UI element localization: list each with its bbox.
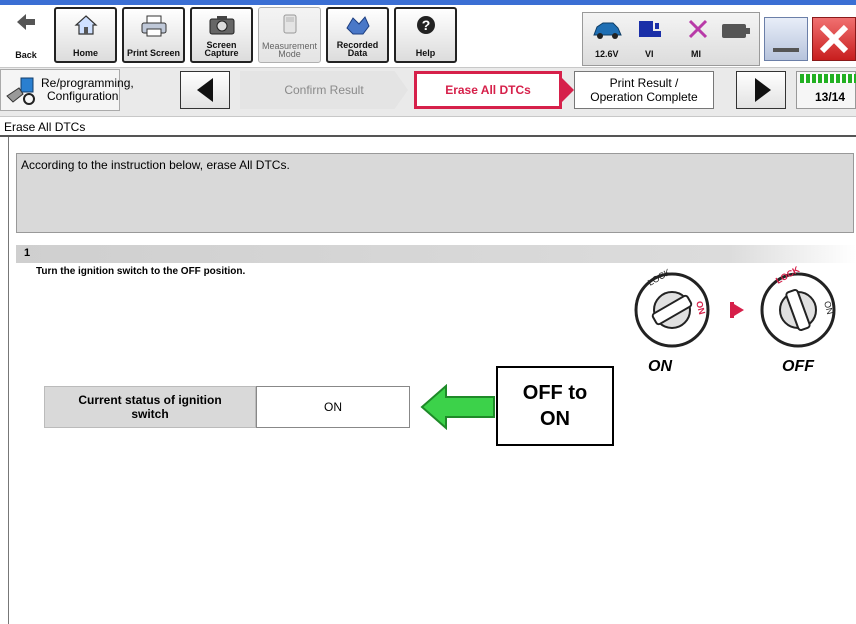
vi-label: VI — [645, 49, 654, 59]
meter-icon — [283, 14, 296, 34]
step-confirm-result[interactable]: Confirm Result — [240, 71, 408, 109]
minimize-icon — [773, 48, 799, 52]
instruction-box: According to the instruction below, eras… — [16, 153, 854, 233]
car-icon — [593, 22, 622, 39]
home-icon — [73, 15, 98, 35]
annotation-callout-line1: OFF to — [522, 382, 588, 404]
minimize-button[interactable] — [764, 17, 808, 61]
transition-arrow-icon — [734, 304, 744, 316]
step-print-result-label-line1: Print Result / — [609, 76, 679, 90]
progress-bar — [800, 74, 856, 83]
procedure-navigation-bar: Re/programming, Configuration Confirm Re… — [0, 67, 856, 117]
mi-label: MI — [691, 49, 701, 59]
right-arrow-icon — [755, 78, 771, 102]
step-instruction-text: Turn the ignition switch to the OFF posi… — [36, 266, 246, 277]
ignition-status-value: ON — [256, 386, 410, 428]
vi-connector-icon — [639, 21, 661, 37]
step-print-result[interactable]: Print Result / Operation Complete — [574, 71, 714, 109]
ignition-status-label-line1: Current status of ignition — [78, 393, 222, 407]
instruction-text: According to the instruction below, eras… — [21, 158, 290, 172]
progress-indicator: 13/14 — [796, 71, 856, 109]
step-confirm-result-label: Confirm Result — [284, 83, 364, 97]
screen-capture-button[interactable]: Screen Capture — [190, 7, 253, 63]
close-icon — [819, 24, 849, 54]
recorded-data-button[interactable]: Recorded Data — [326, 7, 389, 63]
step-erase-all-dtcs-label: Erase All DTCs — [445, 83, 531, 97]
procedure-title: Re/programming, Configuration — [0, 69, 134, 111]
close-button[interactable] — [812, 17, 856, 61]
camera-icon — [209, 16, 234, 35]
annotation-callout: OFF to ON — [496, 366, 614, 446]
recorded-data-label-line2: Data — [347, 48, 368, 58]
mi-disconnected-icon — [688, 19, 708, 39]
measurement-mode-button[interactable]: Measurement Mode — [258, 7, 321, 63]
back-arrow-icon — [17, 14, 35, 30]
left-border — [0, 137, 9, 624]
step-erase-all-dtcs[interactable]: Erase All DTCs — [414, 71, 562, 109]
print-screen-button[interactable]: Print Screen — [122, 7, 185, 63]
page-counter: 13/14 — [815, 90, 846, 104]
step-number: 1 — [24, 247, 31, 259]
svg-text:?: ? — [421, 17, 430, 33]
recorded-data-icon — [345, 16, 370, 35]
toolbar: Back Home Print Screen Screen Capture Me… — [0, 5, 856, 66]
annotation-callout-line2: ON — [540, 408, 570, 430]
step-header — [16, 245, 856, 263]
green-arrow-icon — [420, 384, 495, 430]
ignition-status-label-line2: switch — [131, 407, 169, 421]
next-step-button[interactable] — [736, 71, 786, 109]
current-step-pointer-icon — [562, 78, 574, 102]
back-label: Back — [15, 50, 37, 60]
measurement-mode-label-line2: Mode — [278, 49, 301, 59]
home-button[interactable]: Home — [54, 7, 117, 63]
ignition-off-icon: LOCK ON — [760, 266, 836, 348]
print-screen-label: Print Screen — [126, 48, 181, 58]
ignition-on-icon: LOCK ON — [634, 267, 710, 348]
screen-capture-label-line2: Capture — [204, 48, 239, 58]
ignition-off-caption: OFF — [782, 358, 814, 375]
ignition-on-caption: ON — [648, 358, 672, 375]
reprogramming-icon — [6, 77, 35, 105]
left-arrow-icon — [197, 78, 213, 102]
connection-status-panel: 12.6V VI MI — [582, 12, 760, 66]
ignition-status-label: Current status of ignition switch — [44, 386, 256, 428]
previous-step-button[interactable] — [180, 71, 230, 109]
help-button[interactable]: ? Help — [394, 7, 457, 63]
help-label: Help — [415, 48, 436, 58]
battery-voltage: 12.6V — [595, 49, 619, 59]
procedure-title-line2: Configuration — [47, 89, 119, 103]
battery-icon — [722, 24, 750, 38]
home-label: Home — [72, 48, 98, 58]
page-title: Erase All DTCs — [0, 117, 856, 137]
printer-icon — [141, 15, 166, 37]
help-icon: ? — [416, 16, 435, 34]
step-print-result-label-line2: Operation Complete — [590, 90, 698, 104]
back-button[interactable]: Back — [2, 7, 50, 63]
